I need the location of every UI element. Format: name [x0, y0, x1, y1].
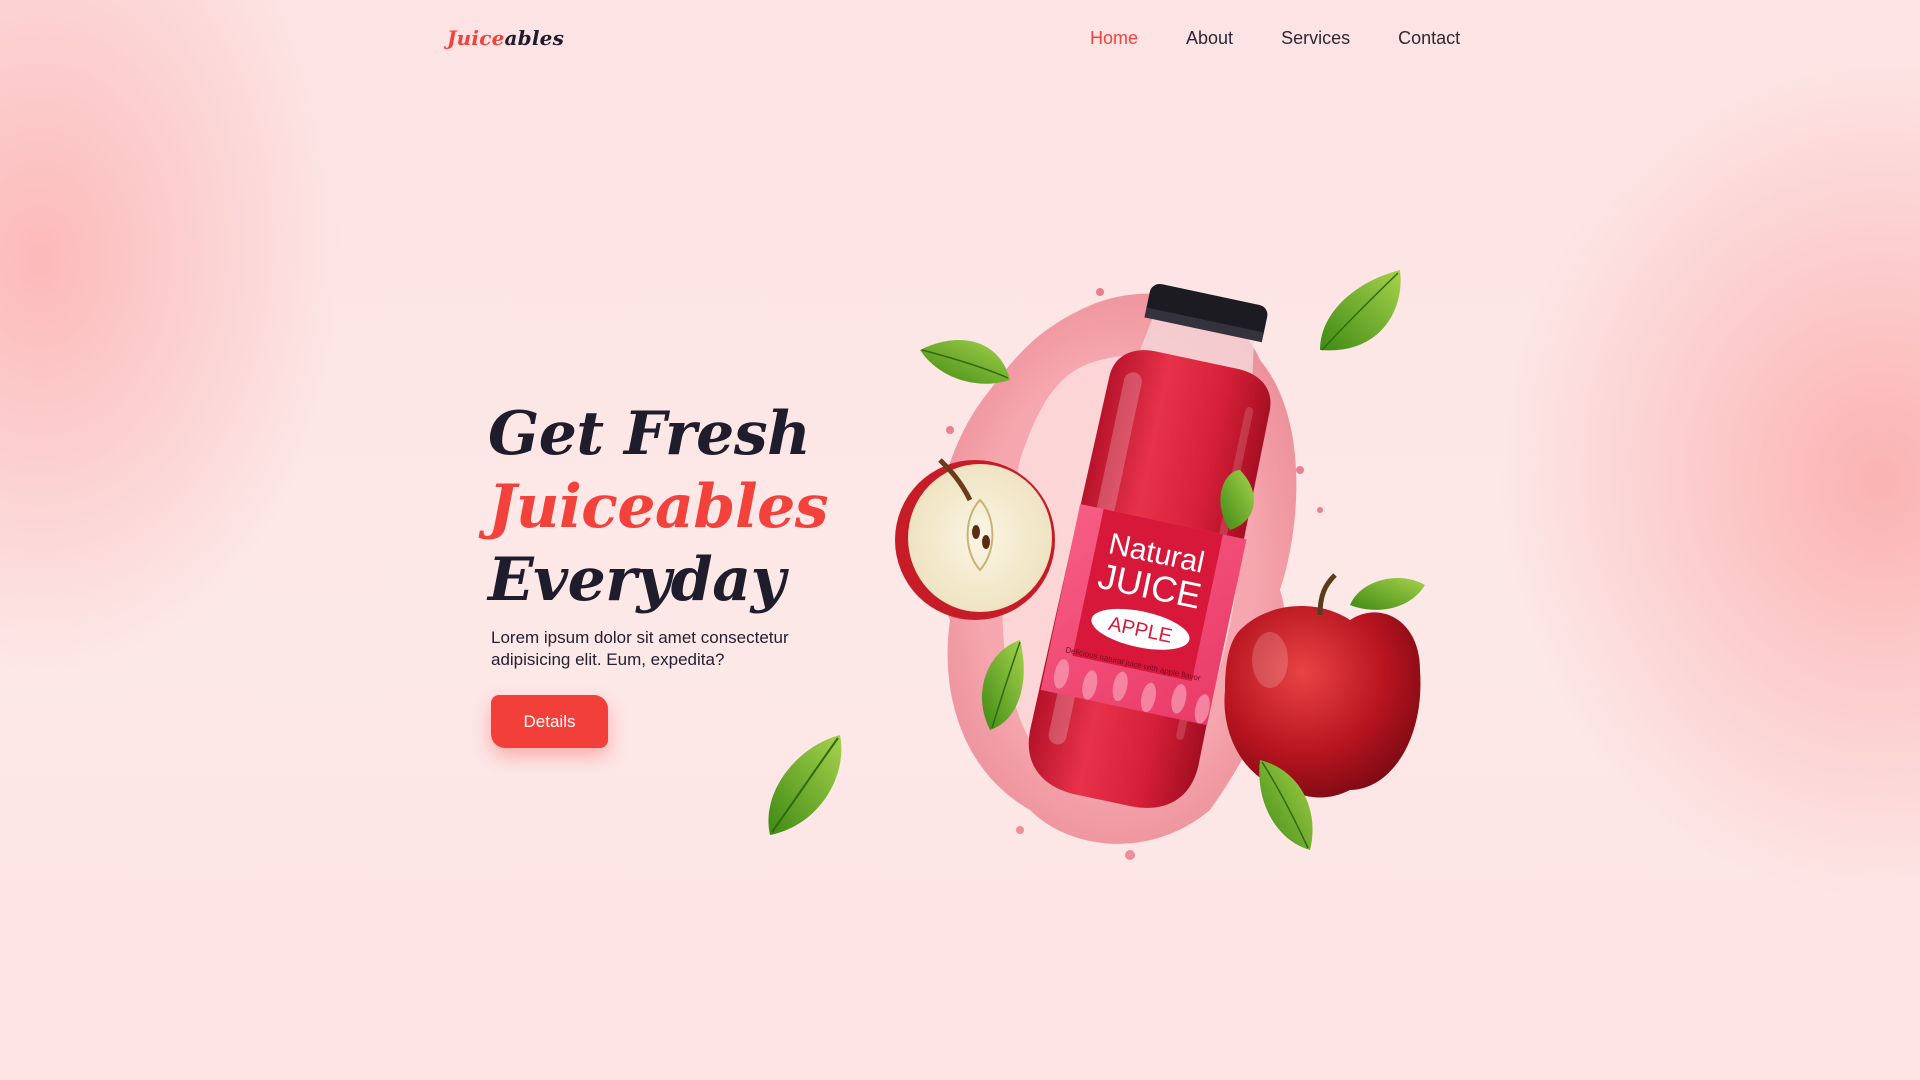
main-nav: Home About Services Contact: [1090, 28, 1460, 49]
hero-heading-line3: Everyday: [488, 545, 785, 615]
leaf-illustration: [1320, 270, 1401, 351]
hero-heading: Get Fresh Juiceables Everyday: [488, 398, 829, 617]
hero-description: Lorem ipsum dolor sit amet consectetur a…: [491, 628, 789, 669]
juice-product-illustration: Natural JUICE APPLE Delicious natural ju…: [880, 270, 1440, 870]
leaf-illustration: [1350, 577, 1425, 610]
details-button[interactable]: Details: [491, 695, 608, 748]
brand-logo[interactable]: Juiceables: [447, 26, 564, 50]
nav-services-link[interactable]: Services: [1281, 28, 1350, 49]
brand-logo-part1: Juice: [447, 26, 505, 50]
nav-about-link[interactable]: About: [1186, 28, 1233, 49]
half-apple-illustration: [895, 458, 1055, 620]
hero-heading-line2: Juiceables: [488, 472, 829, 542]
leaf-illustration: [760, 730, 850, 840]
brand-logo-part2: ables: [504, 26, 565, 50]
leaf-illustration: [920, 340, 1010, 384]
hero-heading-line1: Get Fresh: [488, 399, 811, 469]
nav-contact-link[interactable]: Contact: [1398, 28, 1460, 49]
nav-home-link[interactable]: Home: [1090, 28, 1138, 49]
